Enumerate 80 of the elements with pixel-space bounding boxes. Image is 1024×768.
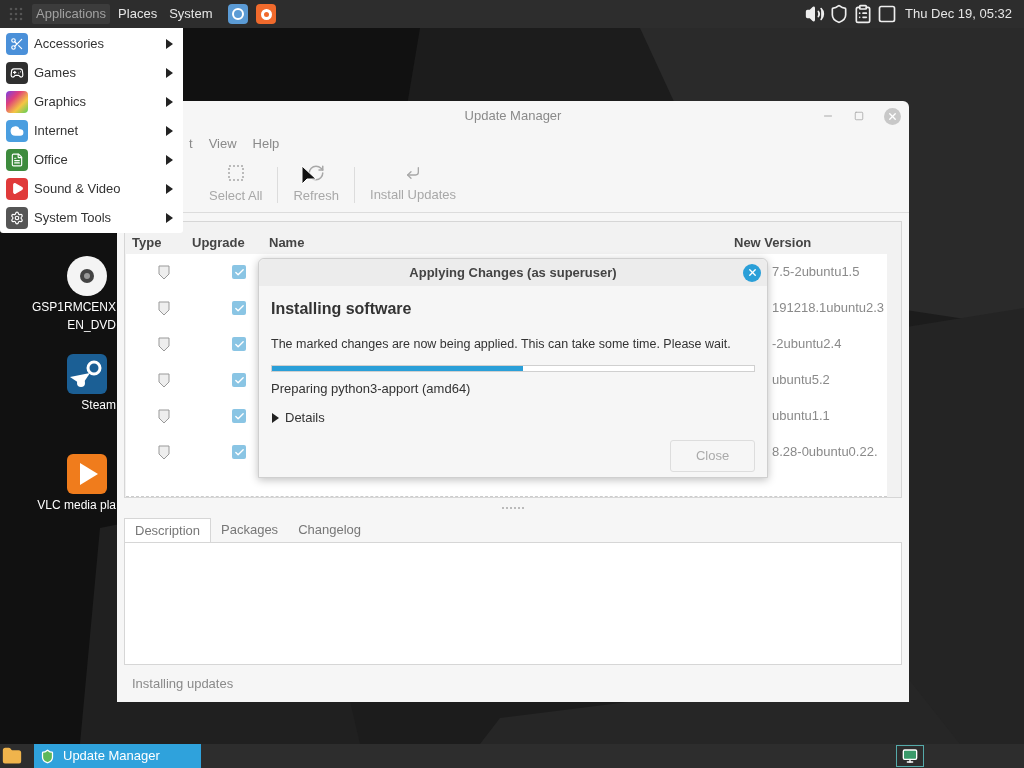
document-icon (6, 148, 28, 171)
upgrade-checkbox[interactable] (232, 373, 246, 387)
shield-icon (158, 408, 170, 424)
detail-tab[interactable]: Description (124, 518, 212, 542)
shield-icon (40, 748, 55, 764)
upgrade-checkbox[interactable] (232, 409, 246, 423)
version-cell-text: -2ubuntu2.4 (772, 335, 842, 354)
clock[interactable]: Thu Dec 19, 05:32 (905, 4, 1012, 24)
shield-icon[interactable] (829, 4, 850, 24)
folder-icon[interactable] (2, 746, 22, 766)
scissors-icon (6, 32, 28, 55)
speaker-icon[interactable] (805, 4, 826, 24)
cloud-icon (6, 119, 28, 142)
desktop-icon-label[interactable]: EN_DVD (67, 317, 116, 333)
dialog-message: The marked changes are now being applied. This can take some time. Please wait. (271, 336, 732, 353)
expander-icon (271, 413, 279, 423)
detail-tab[interactable]: Changelog (288, 518, 371, 542)
submenu-arrow-icon (165, 125, 173, 136)
dialog-heading: Installing software (271, 299, 413, 319)
submenu-arrow-icon (165, 38, 173, 49)
detail-tab[interactable]: Packages (211, 518, 289, 542)
shield-icon (158, 264, 170, 280)
column-header[interactable]: Name (269, 232, 734, 252)
menu-entry[interactable]: Office (0, 145, 183, 174)
shield-icon (158, 336, 170, 352)
desktop-icon-label[interactable]: Steam (81, 397, 116, 413)
menu-entry[interactable]: Games (0, 58, 183, 87)
status-text: Installing updates (132, 674, 234, 693)
close-icon[interactable] (884, 107, 901, 125)
gear-icon (6, 206, 28, 229)
submenu-arrow-icon (165, 67, 173, 78)
panel-menu[interactable]: System (165, 4, 217, 24)
desktop-icon-label[interactable]: GSP1RMCENX (31, 299, 116, 315)
menu-entry[interactable]: System Tools (0, 203, 183, 232)
upgrade-checkbox[interactable] (232, 337, 246, 351)
upgrade-checkbox[interactable] (232, 301, 246, 315)
cursor-icon (301, 165, 317, 187)
shield-icon (158, 372, 170, 388)
submenu-arrow-icon (165, 183, 173, 194)
disc-icon (66, 255, 108, 297)
version-cell-text: 7.5-2ubuntu1.5 (772, 263, 860, 282)
window-title: Update Manager (463, 107, 563, 126)
menu-entry[interactable]: Graphics (0, 87, 183, 116)
submenu-arrow-icon (165, 212, 173, 223)
shield-icon (158, 444, 170, 460)
monitor-icon[interactable] (896, 745, 924, 767)
details-expander[interactable]: Details (271, 408, 755, 428)
clipboard-icon[interactable] (853, 4, 874, 24)
submenu-arrow-icon (165, 96, 173, 107)
play-icon (6, 177, 28, 200)
enter-icon (405, 164, 421, 181)
column-header[interactable]: New Version (734, 232, 812, 252)
refresh-icon (307, 163, 326, 182)
browser-icon[interactable] (228, 4, 249, 24)
menu-entry[interactable]: Sound & Video (0, 174, 183, 203)
upgrade-checkbox[interactable] (232, 445, 246, 459)
menu-entry[interactable]: Internet (0, 116, 183, 145)
panel-menu[interactable]: Places (114, 4, 162, 24)
close-icon[interactable] (743, 263, 761, 282)
version-cell-text: 8.28-0ubuntu0.22. (772, 443, 878, 462)
palette-icon (6, 90, 28, 113)
play-icon (66, 453, 108, 495)
dialog-title: Applying Changes (as superuser) (408, 263, 618, 282)
select-all-icon (226, 163, 245, 182)
desktop-icon-label[interactable]: VLC media pla (37, 497, 116, 513)
grid-icon[interactable] (8, 6, 24, 22)
menu-entry[interactable]: Accessories (0, 29, 183, 58)
version-cell-text: 191218.1ubuntu2.3 (772, 299, 885, 318)
maximize-icon[interactable] (854, 111, 864, 121)
version-cell-text: ubuntu1.1 (772, 407, 830, 426)
gamepad-icon (6, 61, 28, 84)
panel-menu[interactable]: Applications (32, 4, 111, 24)
version-cell-text: ubuntu5.2 (772, 371, 830, 390)
current-action: Preparing python3-apport (amd64) (271, 379, 472, 398)
upgrade-checkbox[interactable] (232, 265, 246, 279)
column-header[interactable]: Type (125, 232, 185, 252)
shield-icon (158, 300, 170, 316)
column-header[interactable]: Upgrade (185, 232, 269, 252)
submenu-arrow-icon (165, 154, 173, 165)
window-icon[interactable] (877, 4, 898, 24)
